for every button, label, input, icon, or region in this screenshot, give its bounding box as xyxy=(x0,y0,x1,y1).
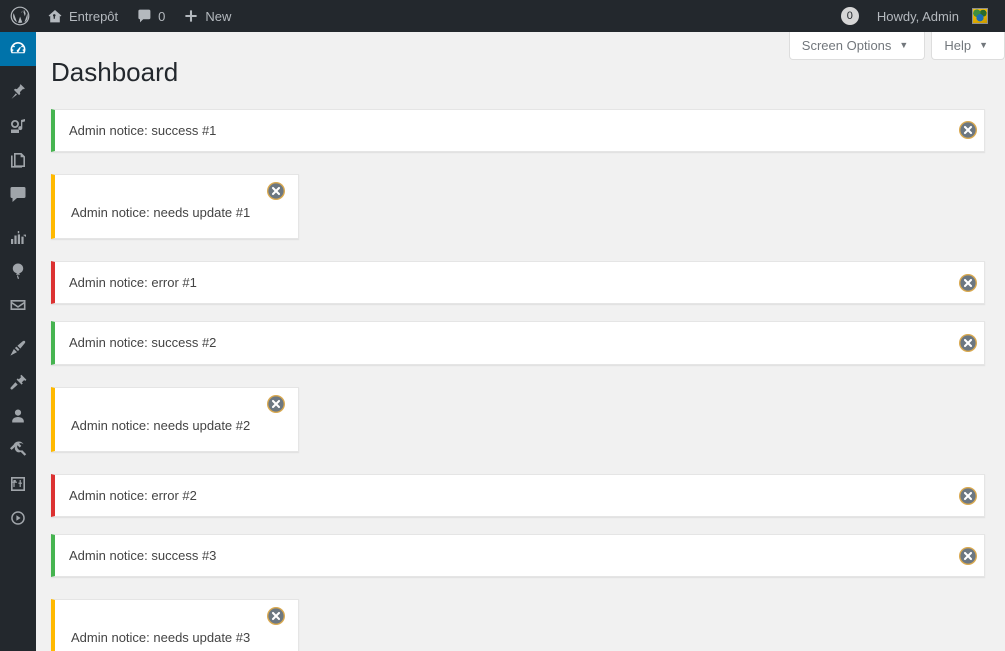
new-content-label: New xyxy=(205,8,232,24)
comments-button[interactable]: 0 xyxy=(127,0,174,32)
admin-notice-success-3: Admin notice: success #3 xyxy=(51,534,985,578)
admin-notice-success-1: Admin notice: success #1 xyxy=(51,108,985,152)
paintbrush-icon xyxy=(8,338,28,358)
dismiss-notice-button[interactable] xyxy=(266,181,286,201)
sidebar-item-plugins[interactable] xyxy=(0,365,36,399)
notice-text: Admin notice: success #3 xyxy=(69,547,217,563)
chevron-down-icon: ▼ xyxy=(899,40,909,50)
wordpress-logo-icon xyxy=(10,6,30,26)
admin-notice-needs-update-1: Admin notice: needs update #1 xyxy=(51,173,300,240)
sidebar-item-settings[interactable] xyxy=(0,467,36,501)
close-icon xyxy=(267,607,286,626)
sidebar-item-balloon[interactable] xyxy=(0,254,36,288)
media-camera-music-icon xyxy=(8,116,28,136)
admin-sidebar-menu xyxy=(0,32,44,651)
admin-notice-row: Admin notice: needs update #3 xyxy=(51,594,985,651)
close-icon xyxy=(959,121,977,140)
sidebar-item-posts[interactable] xyxy=(0,75,36,109)
envelope-icon xyxy=(8,295,28,315)
sidebar-item-dashboard[interactable] xyxy=(0,32,44,66)
sidebar-item-comments[interactable] xyxy=(0,177,36,211)
close-icon xyxy=(267,394,286,413)
home-icon xyxy=(47,8,63,24)
admin-notice-row: Admin notice: needs update #2 xyxy=(51,382,985,470)
close-icon xyxy=(959,546,977,565)
help-button[interactable]: Help ▼ xyxy=(931,32,1005,60)
sidebar-item-appearance[interactable] xyxy=(0,331,36,365)
dismiss-notice-button[interactable] xyxy=(958,120,978,140)
help-label: Help xyxy=(944,37,972,53)
play-circle-icon xyxy=(8,508,28,528)
sidebar-item-users[interactable] xyxy=(0,399,36,433)
screen-meta-links: Screen Options ▼ Help ▼ xyxy=(783,32,1005,60)
pin-icon xyxy=(8,82,28,102)
avatar xyxy=(972,8,988,24)
admin-notice-needs-update-3: Admin notice: needs update #3 xyxy=(51,599,300,651)
pages-icon xyxy=(8,150,28,170)
admin-bar: Entrepôt 0 New 0 Howdy, Admin xyxy=(0,0,1005,32)
balloon-icon xyxy=(8,261,28,281)
updates-count: 0 xyxy=(840,7,859,25)
screen-options-button[interactable]: Screen Options ▼ xyxy=(788,32,926,60)
chart-bars-icon xyxy=(8,227,28,247)
sidebar-item-media-player[interactable] xyxy=(0,501,36,535)
updates-button[interactable]: 0 xyxy=(832,0,868,32)
chevron-down-icon: ▼ xyxy=(979,40,988,50)
dismiss-notice-button[interactable] xyxy=(958,333,978,353)
my-account-button[interactable]: Howdy, Admin xyxy=(868,0,997,32)
content-area: Screen Options ▼ Help ▼ Dashboard Admin … xyxy=(36,32,1005,651)
sidebar-item-analytics[interactable] xyxy=(0,220,36,254)
comments-count: 0 xyxy=(158,8,166,24)
notice-text: Admin notice: error #1 xyxy=(69,275,197,291)
dismiss-notice-button[interactable] xyxy=(266,606,286,626)
sidebar-item-media[interactable] xyxy=(0,109,36,143)
close-icon xyxy=(267,181,286,200)
notice-text: Admin notice: success #2 xyxy=(69,335,217,351)
dismiss-notice-button[interactable] xyxy=(958,273,978,293)
menu-separator-1 xyxy=(0,66,36,75)
admin-notice-row: Admin notice: needs update #1 xyxy=(51,169,985,257)
notice-text: Admin notice: needs update #3 xyxy=(71,630,251,646)
dismiss-notice-button[interactable] xyxy=(958,546,978,566)
user-icon xyxy=(8,406,28,426)
sidebar-item-tools[interactable] xyxy=(0,433,36,467)
howdy-label: Howdy, Admin xyxy=(876,8,959,24)
plus-icon xyxy=(183,8,199,24)
new-content-button[interactable]: New xyxy=(174,0,240,32)
close-icon xyxy=(959,273,977,292)
dismiss-notice-button[interactable] xyxy=(958,486,978,506)
notice-text: Admin notice: needs update #1 xyxy=(71,204,251,220)
site-name-label: Entrepôt xyxy=(69,8,119,24)
wordpress-logo-button[interactable] xyxy=(0,0,38,32)
screen-options-label: Screen Options xyxy=(801,37,892,53)
notice-text: Admin notice: success #1 xyxy=(69,122,217,138)
close-icon xyxy=(959,334,977,353)
comment-bubble-icon xyxy=(8,184,28,204)
dismiss-notice-button[interactable] xyxy=(266,394,286,414)
admin-notice-needs-update-2: Admin notice: needs update #2 xyxy=(51,386,300,453)
admin-bar-right: 0 Howdy, Admin xyxy=(832,0,1005,32)
admin-notices-list: Admin notice: success #1 Admin notice: n… xyxy=(36,108,1005,651)
notice-text: Admin notice: error #2 xyxy=(69,487,197,503)
site-name-button[interactable]: Entrepôt xyxy=(38,0,127,32)
comment-bubble-icon xyxy=(136,8,152,24)
admin-bar-left: Entrepôt 0 New xyxy=(0,0,240,32)
menu-separator-2 xyxy=(0,211,36,220)
dashboard-gauge-icon xyxy=(8,39,28,59)
close-icon xyxy=(959,486,977,505)
admin-notice-success-2: Admin notice: success #2 xyxy=(51,321,985,365)
admin-notice-error-2: Admin notice: error #2 xyxy=(51,474,985,518)
menu-separator-3 xyxy=(0,322,36,331)
notice-text: Admin notice: needs update #2 xyxy=(71,417,251,433)
sidebar-item-pages[interactable] xyxy=(0,143,36,177)
sliders-icon xyxy=(8,474,28,494)
plug-icon xyxy=(8,372,28,392)
admin-notice-error-1: Admin notice: error #1 xyxy=(51,261,985,305)
wrench-icon xyxy=(8,440,28,460)
sidebar-item-mail[interactable] xyxy=(0,288,36,322)
